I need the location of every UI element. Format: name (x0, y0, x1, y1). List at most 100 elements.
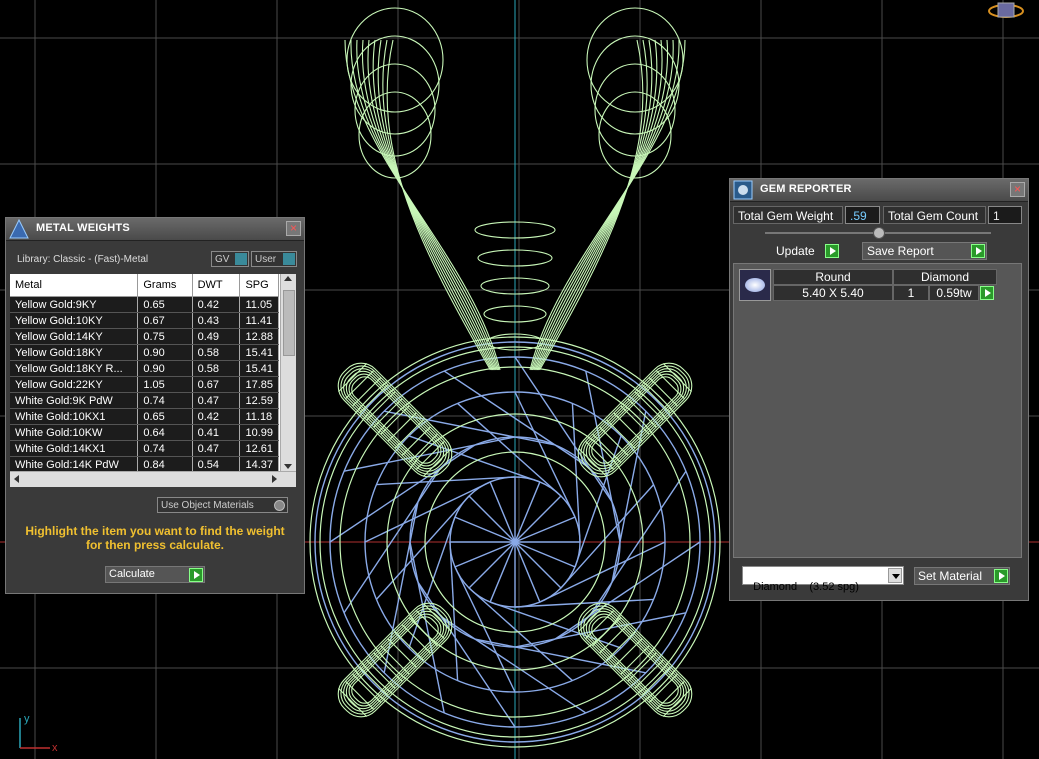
gv-toggle[interactable]: GV (211, 251, 249, 267)
spg-cell: 12.59 (239, 392, 279, 409)
table-row[interactable]: Yellow Gold:18KY R... 0.90 0.58 15.41 (10, 360, 279, 377)
dwt-cell: 0.41 (192, 424, 241, 441)
calculate-arrow-icon (189, 568, 203, 582)
grams-cell: 0.74 (137, 392, 193, 409)
scroll-up-icon[interactable] (284, 276, 292, 281)
use-object-materials-toggle[interactable]: Use Object Materials (157, 497, 288, 513)
scroll-down-icon[interactable] (284, 464, 292, 469)
gem-detail-arrow-icon[interactable] (980, 286, 994, 300)
calculate-label: Calculate (109, 568, 155, 580)
dwt-cell: 0.67 (192, 376, 241, 393)
total-gem-count-label: Total Gem Count (883, 206, 986, 224)
spg-cell: 12.61 (239, 440, 279, 457)
grams-cell: 0.75 (137, 328, 193, 345)
use-object-materials-indicator-icon (274, 500, 285, 511)
metal-cell: Yellow Gold:18KY R... (10, 360, 139, 377)
update-arrow-icon (825, 244, 839, 258)
dwt-cell: 0.58 (192, 344, 241, 361)
calculate-button[interactable]: Calculate (105, 566, 205, 583)
scroll-left-icon[interactable] (14, 475, 19, 483)
grams-cell: 1.05 (137, 376, 193, 393)
table-row[interactable]: Yellow Gold:18KY 0.90 0.58 15.41 (10, 344, 279, 361)
total-gem-weight-value: .59 (845, 206, 880, 224)
scroll-thumb[interactable] (283, 290, 295, 356)
metal-weights-title: METAL WEIGHTS (36, 222, 130, 234)
user-indicator-icon (283, 253, 295, 265)
total-gem-count-value: 1 (988, 206, 1022, 224)
dwt-cell: 0.42 (192, 408, 241, 425)
table-row[interactable]: White Gold:10KX1 0.65 0.42 11.18 (10, 408, 279, 425)
grams-cell: 0.67 (137, 312, 193, 329)
metal-weights-titlebar[interactable]: METAL WEIGHTS × (6, 218, 304, 241)
table-row[interactable]: Yellow Gold:9KY 0.65 0.42 11.05 (10, 296, 279, 313)
table-row[interactable]: White Gold:14KX1 0.74 0.47 12.61 (10, 440, 279, 457)
gem-reporter-titlebar[interactable]: GEM REPORTER × (730, 179, 1028, 202)
gv-indicator-icon (235, 253, 247, 265)
gem-list-item[interactable]: Round Diamond 5.40 X 5.40 1 0.59tw (739, 269, 999, 301)
slider-handle-icon[interactable] (873, 227, 885, 239)
library-label: Library: Classic - (Fast)-Metal (17, 254, 149, 265)
update-button[interactable]: Update (771, 242, 841, 260)
spg-cell: 15.41 (239, 360, 279, 377)
set-material-label: Set Material (918, 569, 983, 583)
axis-y-label: y (24, 713, 30, 725)
table-row[interactable]: White Gold:10KW 0.64 0.41 10.99 (10, 424, 279, 441)
metal-cell: White Gold:10KW (10, 424, 139, 441)
save-report-arrow-icon (971, 244, 985, 258)
close-button[interactable]: × (286, 221, 301, 236)
dwt-cell: 0.47 (192, 440, 241, 457)
column-header-dwt[interactable]: DWT (192, 274, 241, 297)
table-row[interactable]: Yellow Gold:22KY 1.05 0.67 17.85 (10, 376, 279, 393)
dwt-cell: 0.49 (192, 328, 241, 345)
table-row[interactable]: White Gold:9K PdW 0.74 0.47 12.59 (10, 392, 279, 409)
column-header-metal[interactable]: Metal (10, 274, 139, 297)
table-row[interactable]: Yellow Gold:10KY 0.67 0.43 11.41 (10, 312, 279, 329)
chevron-down-icon[interactable] (888, 568, 902, 583)
gem-reporter-icon (733, 180, 753, 200)
metal-cell: Yellow Gold:18KY (10, 344, 139, 361)
metal-table[interactable]: Metal Grams DWT SPG Yellow Gold:9KY 0.65 0… (10, 274, 296, 487)
gem-weight: 0.59tw (929, 285, 979, 301)
metal-cell: White Gold:10KX1 (10, 408, 139, 425)
scroll-right-icon[interactable] (272, 475, 277, 483)
metal-cell: Yellow Gold:22KY (10, 376, 139, 393)
dwt-cell: 0.58 (192, 360, 241, 377)
spg-cell: 11.41 (239, 312, 279, 329)
user-toggle[interactable]: User (251, 251, 297, 267)
grams-cell: 0.64 (137, 424, 193, 441)
gem-count: 1 (893, 285, 929, 301)
save-report-label: Save Report (867, 244, 934, 258)
metal-cell: Yellow Gold:9KY (10, 296, 139, 313)
column-header-spg[interactable]: SPG (239, 274, 279, 297)
use-object-materials-label: Use Object Materials (161, 500, 254, 511)
spg-cell: 11.18 (239, 408, 279, 425)
horizontal-scrollbar[interactable] (10, 471, 296, 487)
gem-size: 5.40 X 5.40 (773, 285, 893, 301)
spg-cell: 12.88 (239, 328, 279, 345)
dwt-cell: 0.47 (192, 392, 241, 409)
metal-cell: Yellow Gold:14KY (10, 328, 139, 345)
dwt-cell: 0.43 (192, 312, 241, 329)
material-select[interactable]: Diamond (3.52 spg) (742, 566, 904, 593)
save-report-button[interactable]: Save Report (862, 242, 987, 260)
table-row[interactable]: Yellow Gold:14KY 0.75 0.49 12.88 (10, 328, 279, 345)
spg-cell: 15.41 (239, 344, 279, 361)
close-button[interactable]: × (1010, 182, 1025, 197)
column-header-grams[interactable]: Grams (137, 274, 193, 297)
vertical-scrollbar[interactable] (280, 274, 296, 472)
set-material-arrow-icon (994, 569, 1008, 583)
spg-cell: 17.85 (239, 376, 279, 393)
update-label: Update (776, 244, 815, 258)
user-label: User (255, 254, 277, 265)
gem-reporter-title: GEM REPORTER (760, 183, 852, 195)
axis-gizmo: y x (19, 713, 58, 754)
report-slider[interactable] (765, 227, 991, 239)
gem-list[interactable]: Round Diamond 5.40 X 5.40 1 0.59tw (733, 263, 1022, 558)
metal-table-grid: Metal Grams DWT SPG Yellow Gold:9KY 0.65 0… (10, 274, 279, 473)
dwt-cell: 0.42 (192, 296, 241, 313)
view-cube-icon[interactable] (988, 2, 1024, 18)
grams-cell: 0.74 (137, 440, 193, 457)
grams-cell: 0.90 (137, 344, 193, 361)
set-material-button[interactable]: Set Material (914, 567, 1010, 585)
metal-table-header: Metal Grams DWT SPG (10, 274, 279, 297)
